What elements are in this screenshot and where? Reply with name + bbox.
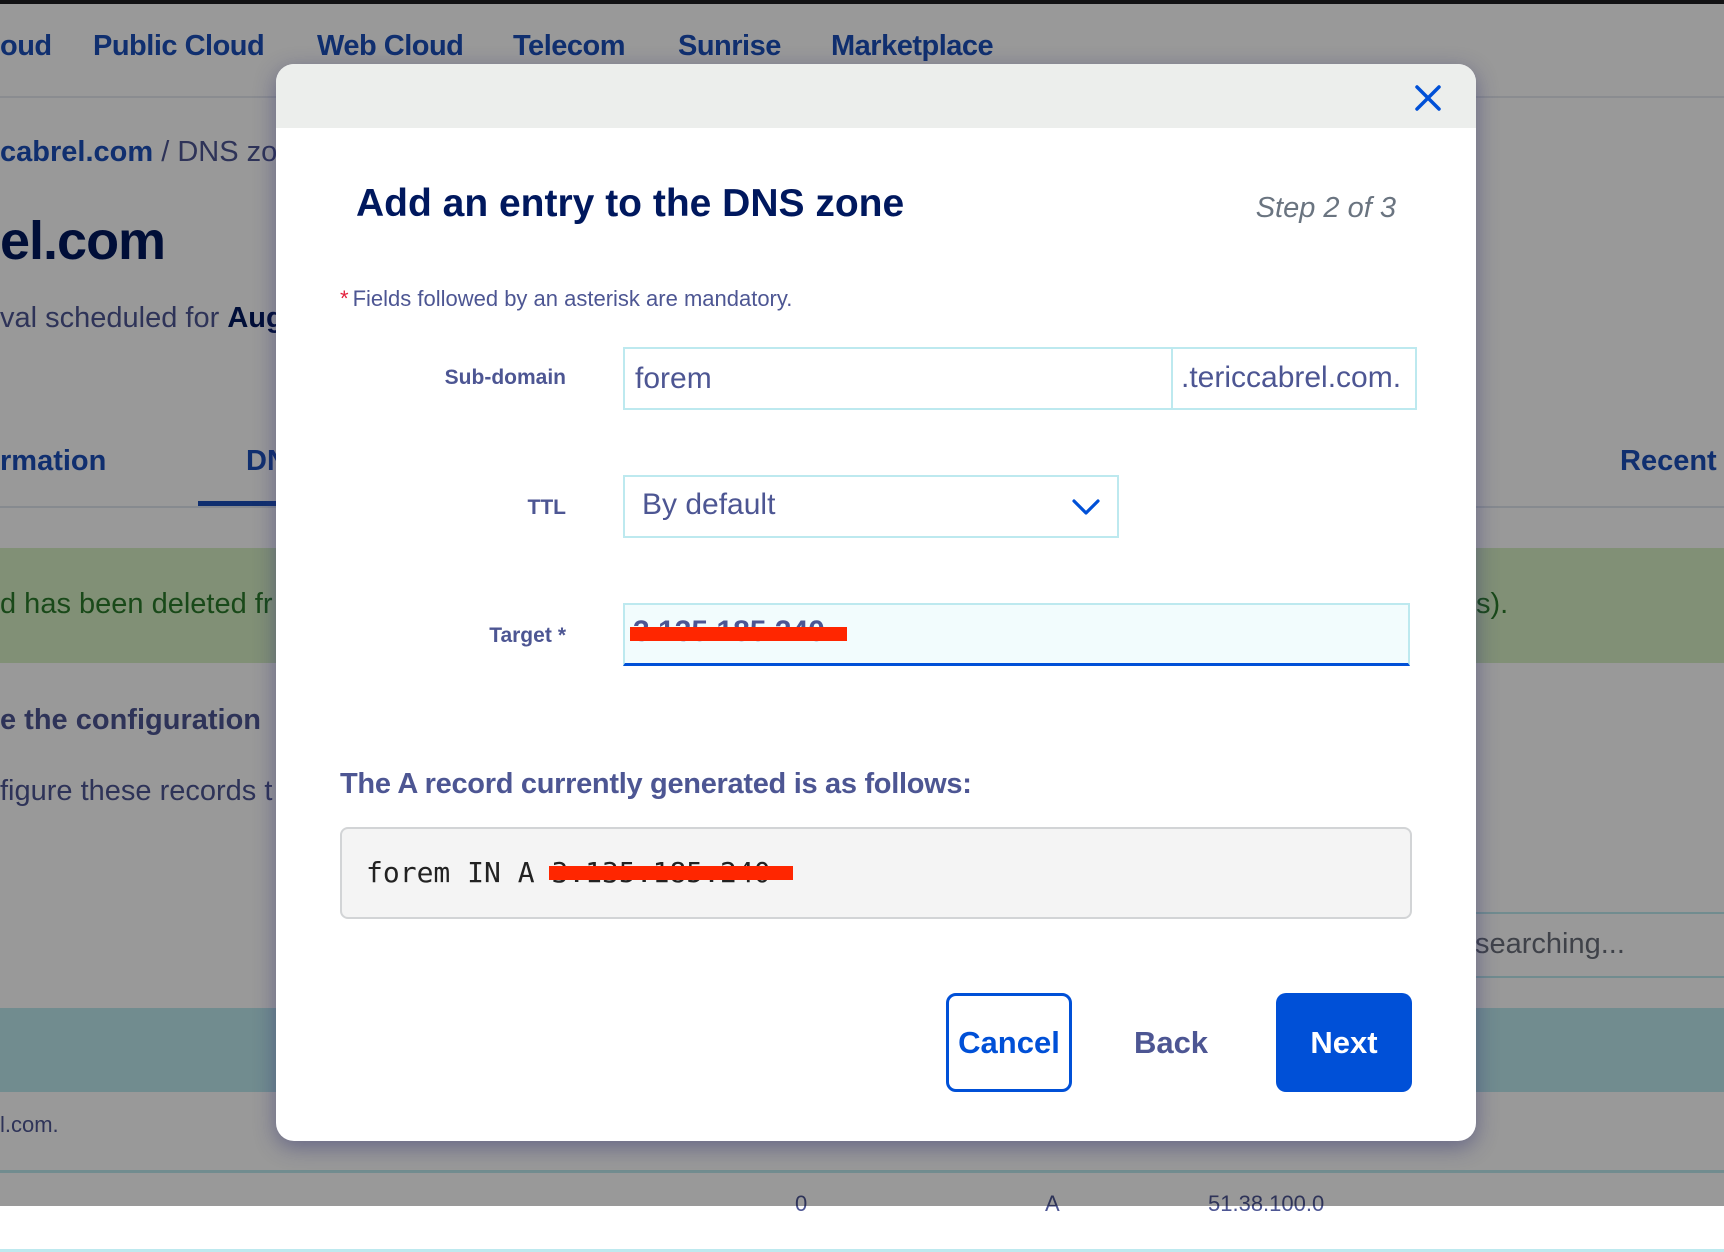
add-dns-entry-modal: Add an entry to the DNS zone Step 2 of 3… [276,64,1476,1141]
modal-header [276,64,1476,128]
mandatory-note: * Fields followed by an asterisk are mand… [340,286,792,312]
record-preview-title: The A record currently generated is as f… [340,768,972,800]
subdomain-label: Sub-domain [444,366,566,389]
ttl-selected-value: By default [642,488,776,521]
target-input[interactable]: 3.135.185.240 [623,603,1410,666]
close-button[interactable] [1408,78,1448,118]
required-asterisk: * [557,624,566,647]
ttl-label: TTL [527,496,566,519]
domain-suffix: .tericcabrel.com. [1171,347,1417,410]
back-button[interactable]: Back [1116,993,1226,1092]
step-indicator: Step 2 of 3 [1255,192,1396,224]
subdomain-input[interactable] [623,347,1173,410]
redaction-mark [630,627,847,641]
target-label-text: Target [489,624,552,647]
record-preview-box: forem IN A 3.135.185.240 [340,827,1412,919]
redaction-mark [549,866,794,880]
target-label: Target * [276,624,566,648]
close-icon [1415,85,1441,111]
chevron-down-icon [1072,499,1100,515]
record-preview-text: forem IN A 3.135.185.240 [366,856,794,889]
cancel-button[interactable]: Cancel [946,993,1072,1092]
modal-title: Add an entry to the DNS zone [356,182,905,225]
mandatory-note-text: Fields followed by an asterisk are manda… [352,286,793,311]
asterisk-icon: * [340,286,349,311]
ttl-select[interactable]: By default [623,475,1119,538]
next-button[interactable]: Next [1276,993,1412,1092]
record-prefix: forem IN A [366,856,552,889]
record-value: 3.135.185.240 [549,856,794,889]
